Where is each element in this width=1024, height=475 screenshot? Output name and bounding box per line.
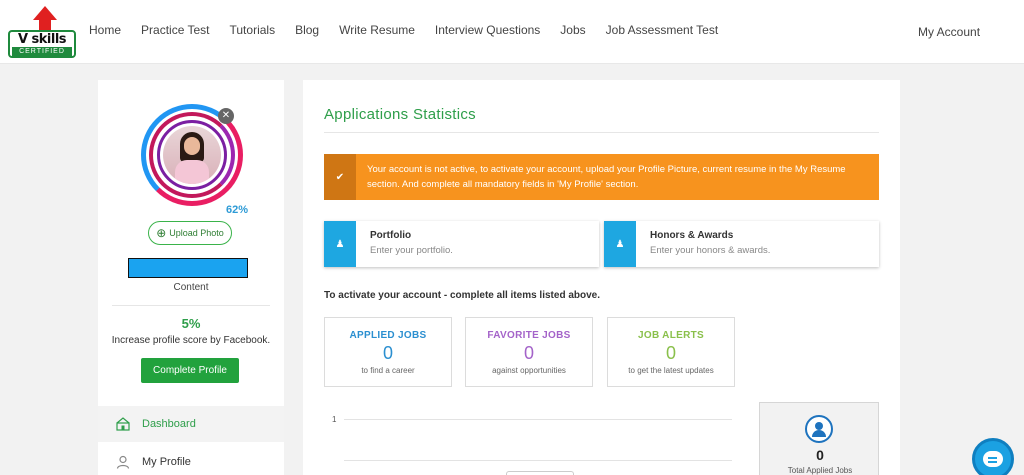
sidebar-item-label: Dashboard xyxy=(142,418,196,430)
nav-tutorials[interactable]: Tutorials xyxy=(230,23,276,39)
page-title: Applications Statistics xyxy=(324,106,476,123)
photo-shirt xyxy=(175,160,209,184)
my-account-link[interactable]: My Account xyxy=(918,25,980,39)
title-divider xyxy=(324,132,879,133)
account-inactive-alert: ✔ Your account is not active, to activat… xyxy=(324,154,879,200)
logo-text: V skills xyxy=(17,32,67,47)
redacted-name xyxy=(128,258,248,278)
total-applied-jobs-box: 0 Total Applied Jobs xyxy=(759,402,879,475)
facebook-score-text: Increase profile score by Facebook. xyxy=(111,335,271,346)
chart-gridline xyxy=(344,460,732,461)
total-applied-value: 0 xyxy=(816,447,824,463)
activate-account-note: To activate your account - complete all … xyxy=(324,290,601,301)
upload-photo-label: Upload Photo xyxy=(169,228,224,238)
chart-y-tick: 1 xyxy=(332,415,337,424)
edit-photo-icon[interactable]: ✕ xyxy=(218,108,234,124)
photo-face xyxy=(184,137,200,155)
plus-icon: ⊕ xyxy=(156,226,167,240)
nav-blog[interactable]: Blog xyxy=(295,23,319,39)
card-subtitle: Enter your honors & awards. xyxy=(650,245,771,256)
stat-label: FAVORITE JOBS xyxy=(487,330,571,341)
total-applied-label: Total Applied Jobs xyxy=(787,466,853,475)
portfolio-card[interactable]: ♟ Portfolio Enter your portfolio. xyxy=(324,221,599,267)
users-icon xyxy=(805,415,833,443)
stat-value: 0 xyxy=(665,343,676,363)
main-nav: Home Practice Test Tutorials Blog Write … xyxy=(89,23,738,39)
stat-value: 0 xyxy=(523,343,534,363)
favorite-jobs-stat[interactable]: FAVORITE JOBS 0 against opportunities xyxy=(465,317,593,387)
chart-gridline xyxy=(344,419,732,420)
sidebar-item-label: My Profile xyxy=(142,456,191,468)
stat-caption: to find a career xyxy=(361,366,415,375)
sidebar-divider xyxy=(112,305,270,306)
logo-certified: CERTIFIED xyxy=(12,47,72,56)
job-alerts-stat[interactable]: JOB ALERTS 0 to get the latest updates xyxy=(607,317,735,387)
card-title: Portfolio xyxy=(370,230,412,241)
stat-label: APPLIED JOBS xyxy=(349,330,427,341)
user-icon: ♟ xyxy=(324,221,356,267)
profile-sidebar: ✕ 62% ⊕ Upload Photo Content 5% Increase… xyxy=(98,80,284,475)
main-panel: Applications Statistics ✔ Your account i… xyxy=(303,80,900,475)
user-icon: ♟ xyxy=(604,221,636,267)
name-caption: Content xyxy=(173,282,209,293)
logo-arrow-icon xyxy=(33,6,57,20)
profile-completion-percent: 62% xyxy=(226,204,249,216)
sidebar-item-my-profile[interactable]: My Profile xyxy=(98,444,284,475)
complete-profile-button[interactable]: Complete Profile xyxy=(141,358,239,383)
facebook-score-percent: 5% xyxy=(181,316,201,331)
card-title: Honors & Awards xyxy=(650,230,734,241)
card-subtitle: Enter your portfolio. xyxy=(370,245,453,256)
nav-write-resume[interactable]: Write Resume xyxy=(339,23,415,39)
chat-icon xyxy=(983,451,1003,467)
dashboard-icon xyxy=(116,417,130,431)
nav-practice-test[interactable]: Practice Test xyxy=(141,23,209,39)
sidebar-item-dashboard[interactable]: Dashboard xyxy=(98,406,284,442)
chat-button[interactable] xyxy=(972,438,1014,475)
stat-label: JOB ALERTS xyxy=(638,330,704,341)
stat-value: 0 xyxy=(382,343,393,363)
upload-photo-button[interactable]: ⊕ Upload Photo xyxy=(148,221,232,245)
check-icon: ✔ xyxy=(324,154,356,200)
nav-jobs[interactable]: Jobs xyxy=(560,23,585,39)
applications-chart: 1 xyxy=(324,408,744,475)
profile-photo xyxy=(163,126,221,184)
stat-caption: against opportunities xyxy=(492,366,566,375)
vskills-logo[interactable]: V skills CERTIFIED xyxy=(6,6,76,58)
nav-home[interactable]: Home xyxy=(89,23,121,39)
user-icon xyxy=(116,455,130,469)
top-header: V skills CERTIFIED Home Practice Test Tu… xyxy=(0,0,1024,64)
nav-interview-questions[interactable]: Interview Questions xyxy=(435,23,540,39)
stat-caption: to get the latest updates xyxy=(628,366,714,375)
applied-jobs-stat[interactable]: APPLIED JOBS 0 to find a career xyxy=(324,317,452,387)
nav-job-assessment-test[interactable]: Job Assessment Test xyxy=(606,23,719,39)
chart-legend xyxy=(506,471,574,475)
alert-message: Your account is not active, to activate … xyxy=(367,164,846,190)
honors-awards-card[interactable]: ♟ Honors & Awards Enter your honors & aw… xyxy=(604,221,879,267)
